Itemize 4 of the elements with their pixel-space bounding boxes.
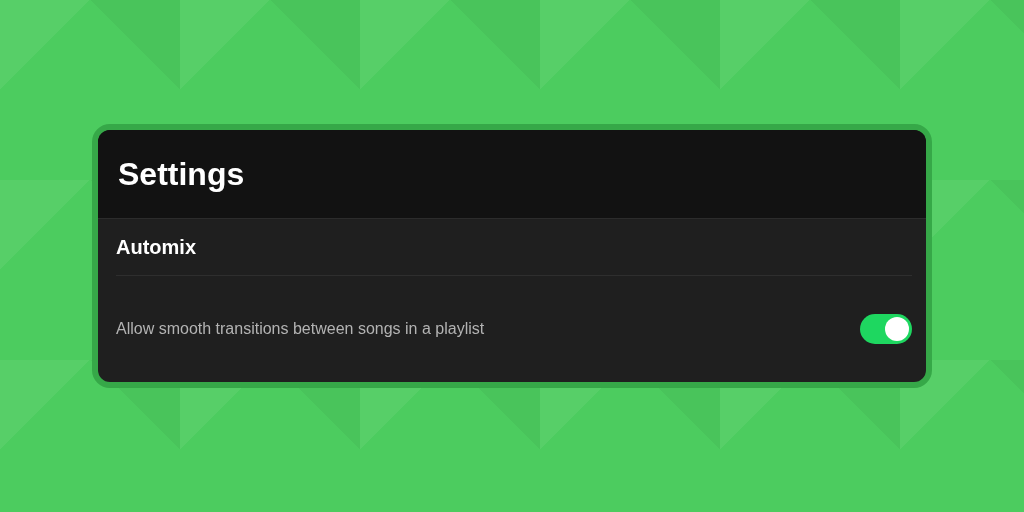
window-title: Settings — [118, 155, 245, 193]
section-title: Automix — [116, 235, 196, 259]
toggle-switch[interactable] — [860, 314, 912, 344]
setting-label: Allow smooth transitions between songs in a playlist — [116, 320, 485, 338]
